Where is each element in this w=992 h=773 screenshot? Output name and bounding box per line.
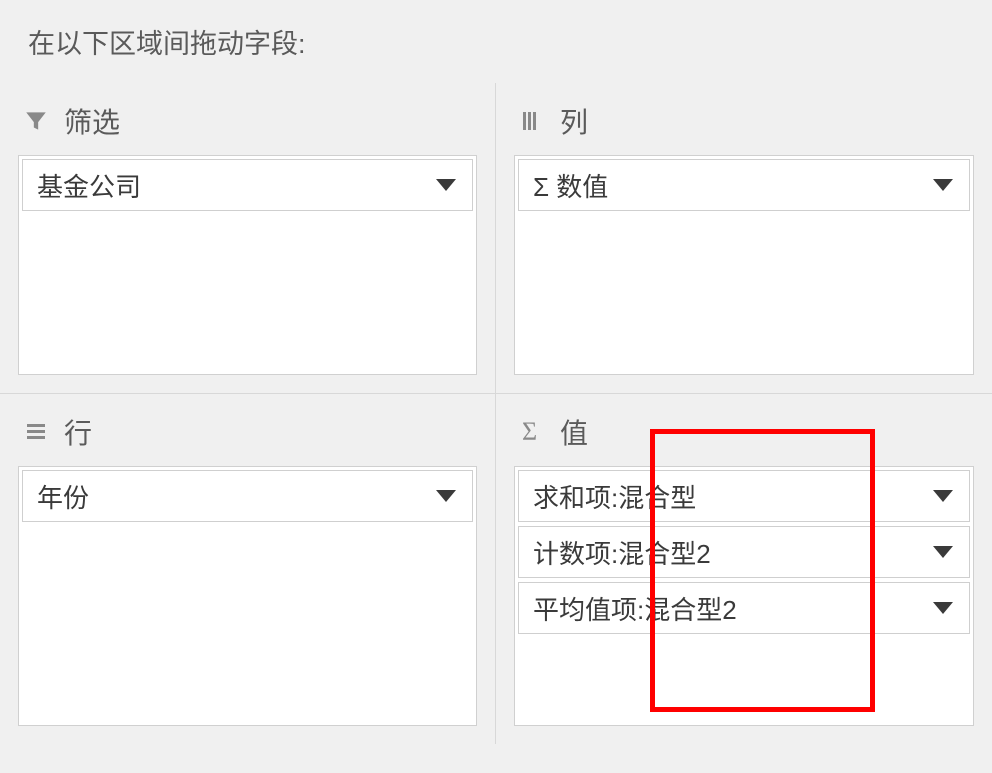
dropdown-icon (933, 546, 953, 558)
filters-header: 筛选 (18, 95, 477, 155)
dropdown-icon (933, 490, 953, 502)
field-label: Σ 数值 (533, 167, 608, 204)
values-dropzone[interactable]: 求和项:混合型 计数项:混合型2 平均值项:混合型2 (514, 466, 974, 726)
rows-dropzone[interactable]: 年份 (18, 466, 477, 726)
values-label: 值 (560, 412, 588, 452)
field-label: 求和项:混合型 (533, 478, 696, 515)
filter-icon (22, 107, 50, 135)
field-label: 基金公司 (37, 167, 141, 204)
pivot-areas-grid: 筛选 基金公司 列 Σ 数值 行 (0, 73, 992, 744)
columns-dropzone[interactable]: Σ 数值 (514, 155, 974, 375)
dropdown-icon (933, 602, 953, 614)
instruction-text: 在以下区域间拖动字段: (0, 0, 992, 73)
rows-label: 行 (64, 412, 92, 452)
value-field-sum-mixed[interactable]: 求和项:混合型 (518, 470, 970, 522)
row-field-year[interactable]: 年份 (22, 470, 473, 522)
values-area[interactable]: Σ 值 求和项:混合型 计数项:混合型2 平均值项:混合型2 (496, 394, 992, 744)
dropdown-icon (436, 179, 456, 191)
values-header: Σ 值 (514, 406, 974, 466)
sigma-icon: Σ (518, 418, 546, 446)
field-label: 计数项:混合型2 (533, 534, 711, 571)
rows-icon (22, 418, 50, 446)
columns-area[interactable]: 列 Σ 数值 (496, 83, 992, 394)
dropdown-icon (933, 179, 953, 191)
columns-label: 列 (560, 101, 588, 141)
value-field-avg-mixed2[interactable]: 平均值项:混合型2 (518, 582, 970, 634)
column-field-sigma-values[interactable]: Σ 数值 (518, 159, 970, 211)
dropdown-icon (436, 490, 456, 502)
columns-header: 列 (514, 95, 974, 155)
rows-header: 行 (18, 406, 477, 466)
filters-area[interactable]: 筛选 基金公司 (0, 83, 496, 394)
field-label: 平均值项:混合型2 (533, 590, 737, 627)
rows-area[interactable]: 行 年份 (0, 394, 496, 744)
filter-field-fund-company[interactable]: 基金公司 (22, 159, 473, 211)
value-field-count-mixed2[interactable]: 计数项:混合型2 (518, 526, 970, 578)
filters-dropzone[interactable]: 基金公司 (18, 155, 477, 375)
columns-icon (518, 107, 546, 135)
filters-label: 筛选 (64, 101, 120, 141)
field-label: 年份 (37, 478, 89, 515)
